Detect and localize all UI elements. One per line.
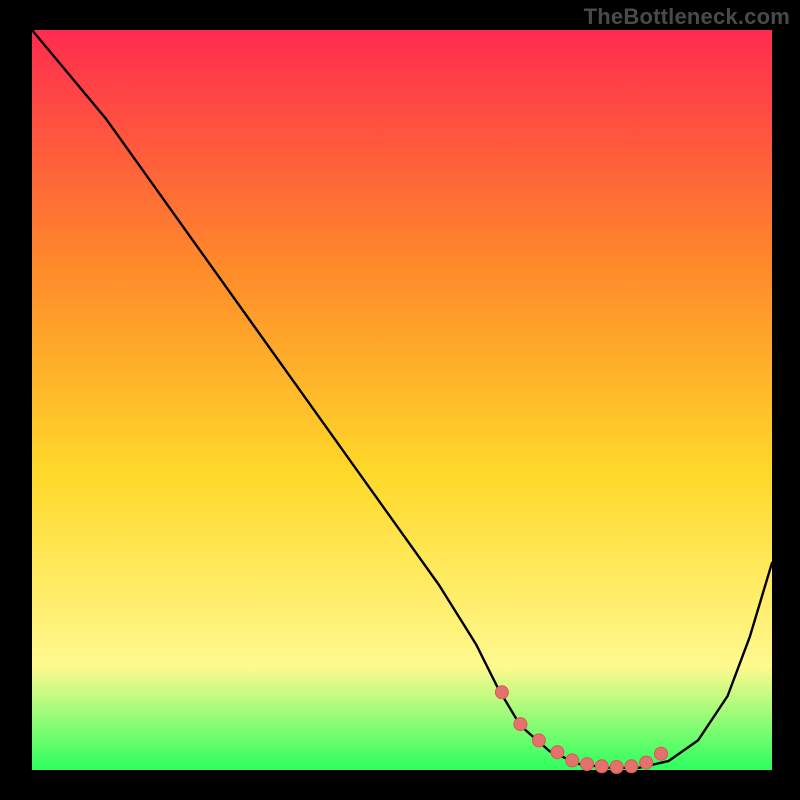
highlight-marker	[655, 747, 668, 760]
highlight-marker	[495, 686, 508, 699]
highlight-marker	[532, 734, 545, 747]
highlight-marker	[514, 718, 527, 731]
highlight-marker	[595, 760, 608, 773]
highlight-marker	[581, 758, 594, 771]
highlight-marker	[625, 760, 638, 773]
chart-stage: TheBottleneck.com	[0, 0, 800, 800]
gradient-background	[32, 30, 772, 770]
highlight-marker	[610, 761, 623, 774]
chart-svg	[0, 0, 800, 800]
highlight-marker	[566, 754, 579, 767]
highlight-marker	[640, 756, 653, 769]
highlight-marker	[551, 746, 564, 759]
